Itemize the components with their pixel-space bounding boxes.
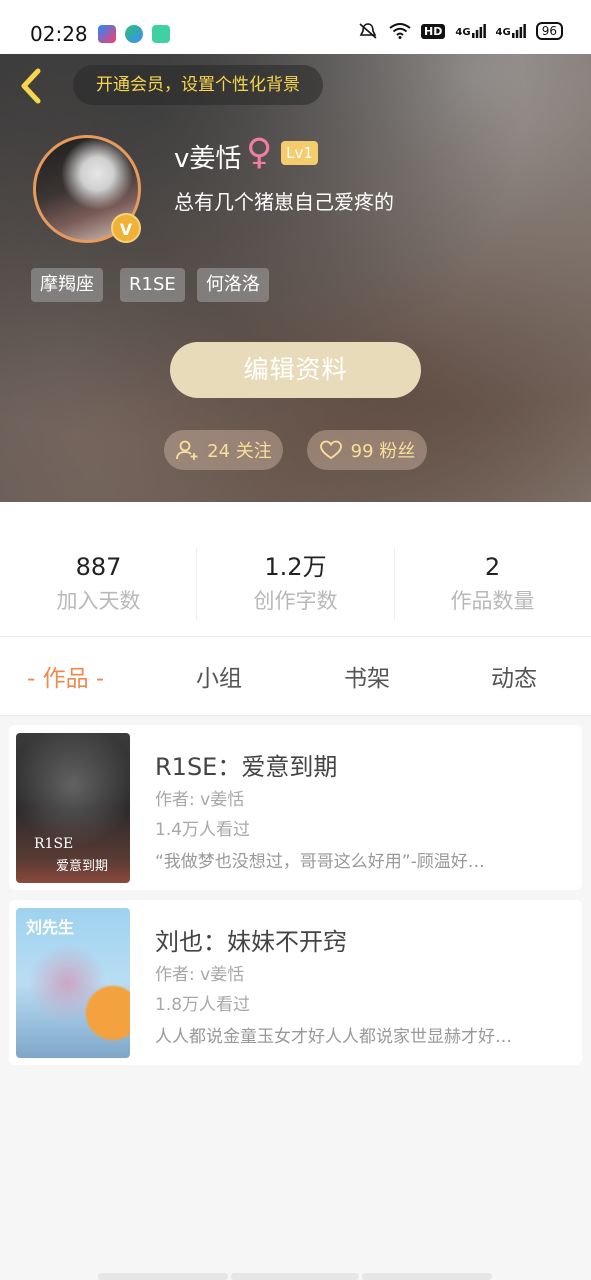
profile-header: 02:28 HD 4G 4G 96 开通会员，设置个性化背景 V v姜恬 ♀ L… bbox=[0, 0, 591, 502]
work-author: 作者: v姜恬 bbox=[155, 965, 245, 985]
work-author: 作者: v姜恬 bbox=[155, 790, 245, 810]
username: v姜恬 bbox=[174, 144, 242, 174]
nav-gesture-bar bbox=[98, 1273, 228, 1280]
mute-bell-icon bbox=[357, 23, 379, 39]
stat-value: 1.2万 bbox=[264, 553, 327, 581]
following-count: 24 关注 bbox=[207, 441, 272, 462]
nav-gesture-bar bbox=[362, 1273, 492, 1280]
tag-constellation[interactable]: 摩羯座 bbox=[31, 268, 103, 302]
status-icons: HD 4G 4G 96 bbox=[357, 22, 563, 40]
chevron-left-icon bbox=[21, 68, 41, 104]
cover-text: R1SE bbox=[34, 836, 74, 852]
stat-words: 1.2万 创作字数 bbox=[197, 550, 394, 618]
stat-value: 887 bbox=[75, 553, 122, 581]
status-time: 02:28 bbox=[30, 22, 88, 46]
app-icon-player bbox=[125, 25, 143, 43]
stat-days: 887 加入天数 bbox=[0, 550, 197, 618]
status-bar: 02:28 HD 4G 4G 96 bbox=[0, 0, 591, 54]
stat-value: 2 bbox=[484, 553, 501, 581]
followers-count: 99 粉丝 bbox=[350, 441, 416, 462]
work-card[interactable]: 刘先生 刘也：妹妹不开窍 作者: v姜恬 1.8万人看过 人人都说金童玉女才好人… bbox=[9, 900, 582, 1065]
verified-badge: V bbox=[111, 213, 141, 243]
stat-works: 2 作品数量 bbox=[394, 550, 591, 618]
work-views: 1.4万人看过 bbox=[155, 820, 251, 840]
divider bbox=[0, 715, 591, 716]
tag-group[interactable]: R1SE bbox=[120, 268, 185, 302]
profile-tabs: - 作品 - 小组 书架 动态 bbox=[0, 637, 591, 715]
tab-works[interactable]: - 作品 - bbox=[27, 659, 104, 693]
work-title: R1SE：爱意到期 bbox=[155, 753, 338, 781]
tag-idol[interactable]: 何洛洛 bbox=[197, 268, 269, 302]
edit-profile-button[interactable]: 编辑资料 bbox=[170, 342, 421, 398]
work-description: 人人都说金童玉女才好人人都说家世显赫才好… bbox=[155, 1027, 512, 1047]
tab-activity[interactable]: 动态 bbox=[491, 659, 537, 693]
signal-4g-icon-2: 4G bbox=[496, 24, 526, 38]
work-cover: R1SE 爱意到期 bbox=[16, 733, 130, 883]
stat-label: 作品数量 bbox=[450, 589, 535, 613]
hd-icon: HD bbox=[421, 23, 446, 39]
wifi-icon bbox=[389, 23, 411, 39]
work-views: 1.8万人看过 bbox=[155, 995, 251, 1015]
work-cover: 刘先生 bbox=[16, 908, 130, 1058]
tab-bookshelf[interactable]: 书架 bbox=[344, 659, 390, 693]
battery-icon: 96 bbox=[535, 22, 563, 40]
work-title: 刘也：妹妹不开窍 bbox=[155, 928, 347, 956]
app-icon-youku bbox=[98, 25, 116, 43]
following-button[interactable]: 24 关注 bbox=[164, 430, 283, 470]
user-bio: 总有几个猪崽自己爱疼的 bbox=[174, 190, 394, 214]
signal-4g-icon: 4G bbox=[455, 24, 486, 38]
work-description: “我做梦也没想过，哥哥这么好用”-顾温好… bbox=[155, 852, 485, 872]
stat-label: 加入天数 bbox=[56, 589, 141, 613]
heart-icon bbox=[319, 440, 342, 460]
nav-gesture-bar bbox=[231, 1273, 359, 1280]
tab-groups[interactable]: 小组 bbox=[196, 659, 242, 693]
work-card[interactable]: R1SE 爱意到期 R1SE：爱意到期 作者: v姜恬 1.4万人看过 “我做梦… bbox=[9, 725, 582, 890]
cover-subtitle: 爱意到期 bbox=[56, 859, 109, 874]
level-badge: Lv1 bbox=[281, 141, 318, 165]
stat-label: 创作字数 bbox=[253, 589, 338, 613]
app-icon-green bbox=[152, 25, 170, 43]
vip-background-prompt[interactable]: 开通会员，设置个性化背景 bbox=[73, 65, 323, 105]
back-button[interactable] bbox=[14, 68, 48, 104]
cover-text: 刘先生 bbox=[26, 918, 75, 937]
stats-bar: 887 加入天数 1.2万 创作字数 2 作品数量 bbox=[0, 502, 591, 636]
female-icon: ♀ bbox=[246, 132, 273, 173]
followers-button[interactable]: 99 粉丝 bbox=[307, 430, 427, 470]
user-add-icon bbox=[176, 440, 198, 460]
